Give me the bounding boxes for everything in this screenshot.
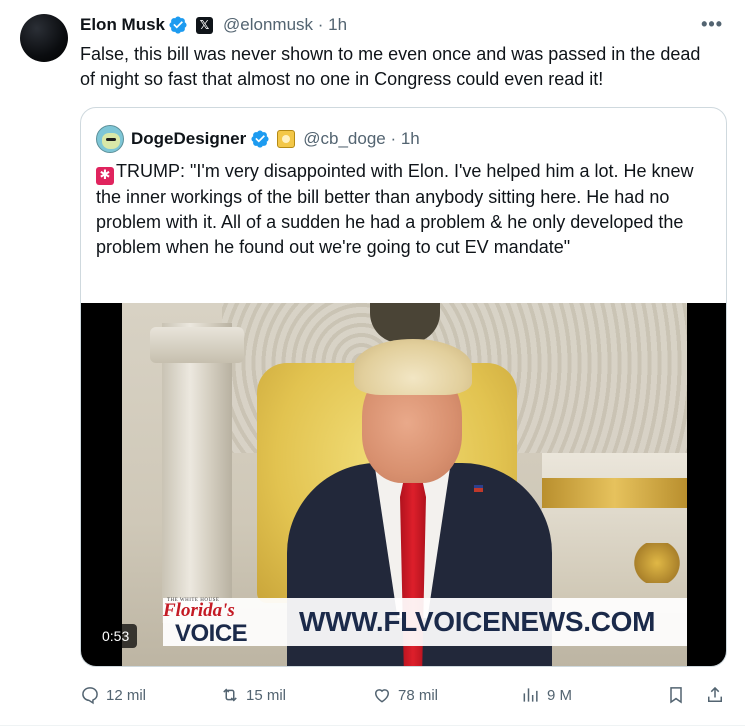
quoted-tweet[interactable]: DogeDesigner @cb_doge · 1h ✱ TRUMP: "I'm … bbox=[80, 107, 727, 667]
author-name[interactable]: Elon Musk bbox=[80, 15, 165, 35]
gold-ornament bbox=[632, 543, 682, 583]
verified-badge-icon bbox=[251, 130, 269, 148]
like-count: 78 mil bbox=[398, 686, 439, 704]
tweet-header: Elon Musk 𝕏 @elonmusk · 1h bbox=[80, 13, 347, 37]
bookmark-icon bbox=[670, 687, 682, 704]
views-chart-icon bbox=[523, 688, 538, 702]
author-handle-time[interactable]: @elonmusk · 1h bbox=[223, 15, 347, 35]
quote-text-block: ✱ TRUMP: "I'm very disappointed with Elon… bbox=[96, 159, 711, 260]
news-lower-third: THE WHITE HOUSE Florida's VOICE WWW.FLVO… bbox=[163, 598, 687, 647]
reply-count: 12 mil bbox=[106, 686, 147, 704]
quote-author-name[interactable]: DogeDesigner bbox=[131, 129, 246, 149]
siren-emoji-icon: ✱ bbox=[96, 167, 114, 185]
column-capital bbox=[150, 327, 244, 363]
quote-header: DogeDesigner @cb_doge · 1h bbox=[96, 125, 420, 153]
share-button[interactable] bbox=[705, 682, 725, 708]
news-url: WWW.FLVOICENEWS.COM bbox=[299, 606, 656, 637]
quote-text: TRUMP: "I'm very disappointed with Elon.… bbox=[96, 161, 694, 257]
wall-panel bbox=[542, 453, 687, 613]
views-button[interactable]: 9 M bbox=[521, 682, 572, 708]
quote-avatar[interactable] bbox=[96, 125, 124, 153]
action-bar: 12 mil 15 mil 78 mil 9 M bbox=[78, 682, 728, 708]
share-icon bbox=[708, 686, 722, 702]
video-frame: THE WHITE HOUSE Florida's VOICE WWW.FLVO… bbox=[122, 303, 687, 666]
reply-icon bbox=[82, 687, 98, 705]
quote-handle-time[interactable]: @cb_doge · 1h bbox=[303, 129, 420, 149]
hair bbox=[354, 339, 472, 395]
column bbox=[162, 323, 232, 623]
repost-icon bbox=[223, 688, 237, 702]
brand-line-2: VOICE bbox=[175, 620, 248, 647]
video-duration: 0:53 bbox=[94, 624, 138, 648]
tweet-text: False, this bill was never shown to me e… bbox=[80, 44, 701, 89]
repost-button[interactable]: 15 mil bbox=[220, 682, 286, 708]
verified-badge-icon bbox=[169, 16, 187, 34]
more-icon[interactable]: ••• bbox=[701, 14, 723, 35]
avatar[interactable] bbox=[20, 14, 68, 62]
divider bbox=[0, 725, 745, 726]
brand-line-1: Florida's bbox=[163, 600, 235, 621]
flag-pin bbox=[474, 485, 483, 492]
doge-affiliate-icon bbox=[277, 130, 296, 148]
gold-trim bbox=[542, 478, 687, 508]
repost-count: 15 mil bbox=[246, 686, 287, 704]
like-button[interactable]: 78 mil bbox=[372, 682, 438, 708]
bookmark-button[interactable] bbox=[666, 682, 686, 708]
heart-icon bbox=[374, 689, 390, 703]
x-affiliate-icon: 𝕏 bbox=[196, 16, 214, 34]
views-count: 9 M bbox=[547, 686, 573, 704]
reply-button[interactable]: 12 mil bbox=[80, 682, 146, 708]
video-player[interactable]: THE WHITE HOUSE Florida's VOICE WWW.FLVO… bbox=[81, 303, 726, 666]
